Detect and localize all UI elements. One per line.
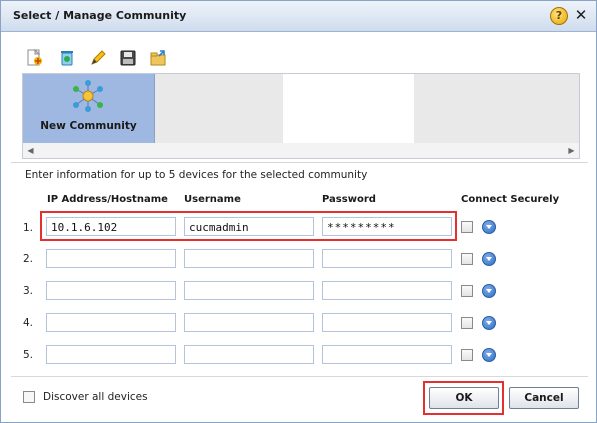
- community-tile-new[interactable]: New Community: [23, 74, 155, 144]
- username-field[interactable]: [184, 313, 314, 332]
- connect-securely-checkbox[interactable]: [461, 285, 473, 297]
- column-header-secure: Connect Securely: [461, 194, 560, 205]
- connect-securely-checkbox[interactable]: [461, 253, 473, 265]
- divider: [11, 376, 588, 377]
- row-number: 2.: [23, 253, 34, 265]
- password-field[interactable]: [322, 313, 452, 332]
- row-number: 5.: [23, 349, 34, 361]
- column-header-ip: IP Address/Hostname: [47, 194, 168, 205]
- manage-community-dialog: Select / Manage Community ? ✕ New Commun…: [0, 0, 597, 423]
- empty-tile: [155, 74, 283, 144]
- username-field[interactable]: [184, 249, 314, 268]
- row-number: 4.: [23, 317, 34, 329]
- ok-highlight-box: [423, 381, 504, 415]
- protocol-dropdown-icon[interactable]: [482, 252, 496, 266]
- network-icon: [73, 80, 103, 112]
- close-icon[interactable]: ✕: [573, 7, 589, 23]
- row-number: 3.: [23, 285, 34, 297]
- empty-tile: [283, 74, 413, 144]
- empty-tile: [414, 74, 579, 144]
- password-field[interactable]: [322, 345, 452, 364]
- protocol-dropdown-icon[interactable]: [482, 284, 496, 298]
- scroll-right-icon[interactable]: ▶: [564, 143, 579, 158]
- row-highlight-box: [40, 211, 457, 241]
- dialog-title: Select / Manage Community: [13, 9, 187, 22]
- protocol-dropdown-icon[interactable]: [482, 348, 496, 362]
- protocol-dropdown-icon[interactable]: [482, 220, 496, 234]
- discover-all-label: Discover all devices: [43, 391, 148, 403]
- community-tile-label: New Community: [40, 120, 137, 132]
- username-field[interactable]: [184, 281, 314, 300]
- protocol-dropdown-icon[interactable]: [482, 316, 496, 330]
- ip-address-field[interactable]: [46, 313, 176, 332]
- column-header-password: Password: [322, 194, 376, 205]
- row-number: 1.: [23, 222, 34, 234]
- help-icon[interactable]: ?: [550, 7, 568, 25]
- import-icon[interactable]: [148, 48, 168, 68]
- discover-all-checkbox[interactable]: [23, 391, 35, 403]
- connect-securely-checkbox[interactable]: [461, 317, 473, 329]
- delete-icon[interactable]: [57, 48, 77, 68]
- ip-address-field[interactable]: [46, 281, 176, 300]
- instructions-text: Enter information for up to 5 devices fo…: [25, 169, 368, 181]
- edit-icon[interactable]: [88, 48, 108, 68]
- scroll-left-icon[interactable]: ◀: [23, 143, 38, 158]
- password-field[interactable]: [322, 281, 452, 300]
- password-field[interactable]: [322, 249, 452, 268]
- cancel-button[interactable]: Cancel: [509, 387, 579, 409]
- new-icon[interactable]: [25, 48, 45, 68]
- connect-securely-checkbox[interactable]: [461, 221, 473, 233]
- ip-address-field[interactable]: [46, 249, 176, 268]
- column-header-username: Username: [184, 194, 241, 205]
- save-icon[interactable]: [118, 48, 138, 68]
- connect-securely-checkbox[interactable]: [461, 349, 473, 361]
- horizontal-scrollbar[interactable]: ◀ ▶: [22, 143, 580, 159]
- username-field[interactable]: [184, 345, 314, 364]
- ip-address-field[interactable]: [46, 345, 176, 364]
- dialog-title-bar[interactable]: Select / Manage Community ? ✕: [1, 1, 596, 32]
- community-panel: New Community: [22, 73, 580, 145]
- divider: [11, 162, 588, 163]
